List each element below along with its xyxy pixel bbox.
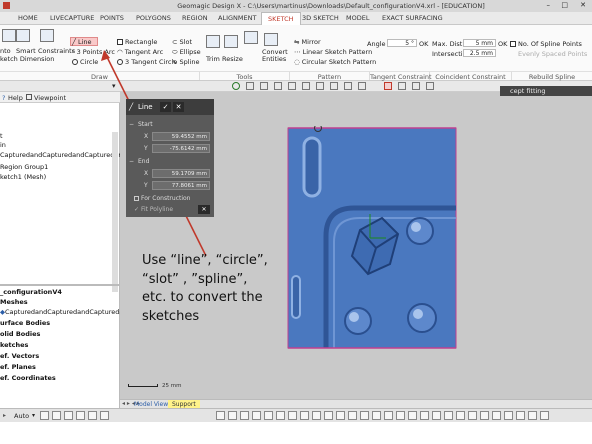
dialog-cancel-button[interactable]: ✕	[173, 102, 184, 112]
end-collapse-icon[interactable]: −	[129, 158, 134, 165]
scale-label: 25 mm	[162, 383, 182, 389]
bottom-tabs: ◂ ▸ ◂ ▸ Model View Support	[120, 399, 592, 409]
auto-mode-label[interactable]: Auto	[14, 412, 29, 420]
status-tool-icon-34[interactable]	[540, 411, 549, 420]
expand-icon[interactable]: ✕	[198, 205, 210, 214]
status-tool-icon-29[interactable]	[480, 411, 489, 420]
start-collapse-icon[interactable]: −	[129, 121, 134, 128]
dialog-title: Line	[138, 103, 153, 111]
status-tool-icon-16[interactable]	[324, 411, 333, 420]
scale-bar	[128, 384, 158, 387]
for-construction-option[interactable]: For Construction	[134, 195, 191, 202]
status-tool-icon-33[interactable]	[528, 411, 537, 420]
page-bottom-margin	[0, 422, 592, 444]
end-y-field[interactable]: 77.8061 mm	[152, 181, 210, 190]
status-tool-icon-18[interactable]	[348, 411, 357, 420]
status-tool-icon-28[interactable]	[468, 411, 477, 420]
end-label: End	[138, 158, 150, 165]
status-tool-icon-2[interactable]	[52, 411, 61, 420]
status-tool-icon-31[interactable]	[504, 411, 513, 420]
status-tool-icon-26[interactable]	[444, 411, 453, 420]
status-tool-icon-12[interactable]	[276, 411, 285, 420]
status-tool-icon-25[interactable]	[432, 411, 441, 420]
annotation-arrow	[101, 50, 207, 257]
status-tool-icon-9[interactable]	[240, 411, 249, 420]
status-tool-icon-20[interactable]	[372, 411, 381, 420]
status-tool-icon-19[interactable]	[360, 411, 369, 420]
status-tool-icon-21[interactable]	[384, 411, 393, 420]
status-tool-icon-10[interactable]	[252, 411, 261, 420]
status-tool-icon-22[interactable]	[396, 411, 405, 420]
status-tool-icon-7[interactable]	[216, 411, 225, 420]
status-tool-icon-13[interactable]	[288, 411, 297, 420]
for-construction-checkbox[interactable]	[134, 196, 139, 201]
status-tool-icon-3[interactable]	[64, 411, 73, 420]
status-tool-icon-11[interactable]	[264, 411, 273, 420]
end-x-field[interactable]: 59.1709 mm	[152, 169, 210, 178]
status-bar: ▸ Auto ▾	[0, 408, 592, 422]
status-tool-icon-14[interactable]	[300, 411, 309, 420]
status-tool-icon-30[interactable]	[492, 411, 501, 420]
annotation-text: Use “line”, “circle”, “slot” , ”spline”,…	[142, 253, 268, 324]
start-x-label: X	[144, 133, 149, 140]
status-tool-icon-4[interactable]	[76, 411, 85, 420]
status-tool-icon-27[interactable]	[456, 411, 465, 420]
end-y-label: Y	[144, 182, 148, 189]
status-tool-icon-6[interactable]	[100, 411, 109, 420]
status-tool-icon-1[interactable]	[40, 411, 49, 420]
start-x-field[interactable]: 59.4552 mm	[152, 132, 210, 141]
selection-filter-icon[interactable]: ▸	[3, 412, 6, 419]
status-tool-icon-8[interactable]	[228, 411, 237, 420]
status-tool-icon-32[interactable]	[516, 411, 525, 420]
dialog-icon: ╱	[129, 103, 134, 111]
fit-polyline-checkbox[interactable]: ✓	[134, 206, 139, 213]
fit-polyline-option[interactable]: ✓ Fit Polyline	[134, 206, 173, 213]
end-x-label: X	[144, 170, 149, 177]
status-tool-icon-23[interactable]	[408, 411, 417, 420]
start-label: Start	[138, 121, 153, 128]
status-tool-icon-15[interactable]	[312, 411, 321, 420]
status-tool-icon-5[interactable]	[88, 411, 97, 420]
auto-dropdown-icon[interactable]: ▾	[32, 412, 35, 419]
start-y-field[interactable]: -75.6142 mm	[152, 144, 210, 153]
status-tool-icon-17[interactable]	[336, 411, 345, 420]
status-tool-icon-24[interactable]	[420, 411, 429, 420]
dialog-header: ╱ Line ✓ ✕	[126, 99, 214, 115]
start-y-label: Y	[144, 145, 148, 152]
dialog-ok-button[interactable]: ✓	[160, 102, 171, 112]
line-dialog: ╱ Line ✓ ✕ − Start X 59.4552 mm Y -75.61…	[126, 99, 214, 217]
